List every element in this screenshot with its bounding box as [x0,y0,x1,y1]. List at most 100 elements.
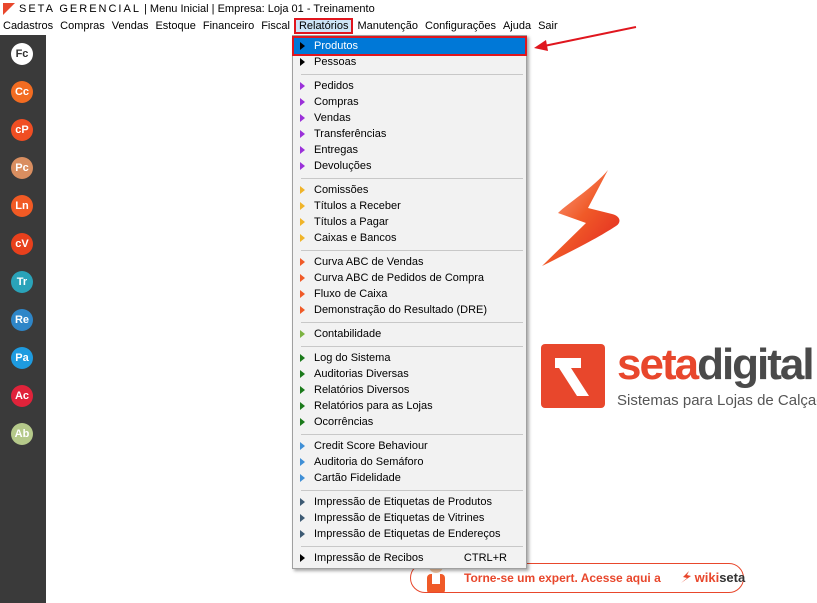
menu-item-label: Curva ABC de Pedidos de Compra [314,272,484,284]
menu-cadastros[interactable]: Cadastros [0,18,56,34]
sidebar-button-pc[interactable]: Pc [11,157,33,179]
menu-item-entregas[interactable]: Entregas [294,142,525,158]
menu-item-curva-abc-de-pedidos-de-compra[interactable]: Curva ABC de Pedidos de Compra [294,270,525,286]
menu-item-label: Credit Score Behaviour [314,440,428,452]
menu-item-devolucoes[interactable]: Devoluções [294,158,525,174]
seta-logo-mark-icon [542,170,620,266]
menu-item-relatorios-diversos[interactable]: Relatórios Diversos [294,382,525,398]
menu-item-ocorrencias[interactable]: Ocorrências [294,414,525,430]
sidebar-button-cc[interactable]: Cc [11,81,33,103]
submenu-arrow-icon [300,130,305,138]
menu-item-label: Log do Sistema [314,352,391,364]
sidebar-button-cp[interactable]: cP [11,119,33,141]
seta-wordmark-icon [541,344,605,408]
menu-item-produtos[interactable]: Produtos [292,36,527,56]
submenu-arrow-icon [300,58,305,66]
menu-relatorios[interactable]: Relatórios [293,18,354,34]
submenu-arrow-icon [300,42,305,50]
menu-ajuda[interactable]: Ajuda [500,18,534,34]
menu-item-contabilidade[interactable]: Contabilidade [294,326,525,342]
menu-item-label: Cartão Fidelidade [314,472,401,484]
menu-item-pedidos[interactable]: Pedidos [294,78,525,94]
menu-item-label: Impressão de Etiquetas de Endereços [314,528,501,540]
sidebar-button-re[interactable]: Re [11,309,33,331]
menu-item-impressao-de-etiquetas-de-vitrines[interactable]: Impressão de Etiquetas de Vitrines [294,510,525,526]
menu-separator [301,178,523,179]
menu-item-label: Demonstração do Resultado (DRE) [314,304,488,316]
menu-item-titulos-a-pagar[interactable]: Títulos a Pagar [294,214,525,230]
menu-item-label: Produtos [314,40,359,52]
menu-separator [301,250,523,251]
menu-item-caixas-e-bancos[interactable]: Caixas e Bancos [294,230,525,246]
menu-separator [301,434,523,435]
sidebar-button-ab[interactable]: Ab [11,423,33,445]
submenu-arrow-icon [300,514,305,522]
menu-item-label: Auditoria do Semáforo [314,456,424,468]
menu-item-shortcut: CTRL+R [463,552,507,564]
menu-bar: Cadastros Compras Vendas Estoque Financeiro F… [0,17,817,35]
menu-item-label: Títulos a Receber [314,200,401,212]
submenu-arrow-icon [300,146,305,154]
submenu-arrow-icon [300,306,305,314]
menu-item-curva-abc-de-vendas[interactable]: Curva ABC de Vendas [294,254,525,270]
submenu-arrow-icon [300,82,305,90]
wikiseta-mark-icon [681,571,691,583]
menu-separator [301,546,523,547]
menu-item-fluxo-de-caixa[interactable]: Fluxo de Caixa [294,286,525,302]
title-bar: SETA GERENCIAL | Menu Inicial | Empresa:… [0,0,817,17]
menu-vendas[interactable]: Vendas [109,18,152,34]
menu-estoque[interactable]: Estoque [152,18,198,34]
sidebar-button-pa[interactable]: Pa [11,347,33,369]
submenu-arrow-icon [300,498,305,506]
submenu-arrow-icon [300,98,305,106]
menu-item-credit-score-behaviour[interactable]: Credit Score Behaviour [294,438,525,454]
submenu-arrow-icon [300,114,305,122]
menu-item-titulos-a-receber[interactable]: Títulos a Receber [294,198,525,214]
menu-separator [301,346,523,347]
menu-item-impressao-de-etiquetas-de-enderecos[interactable]: Impressão de Etiquetas de Endereços [294,526,525,542]
menu-separator [301,490,523,491]
menu-separator [301,74,523,75]
submenu-arrow-icon [300,530,305,538]
menu-configuracoes[interactable]: Configurações [422,18,499,34]
menu-item-pessoas[interactable]: Pessoas [294,54,525,70]
menu-item-label: Devoluções [314,160,372,172]
menu-item-label: Impressão de Etiquetas de Produtos [314,496,492,508]
app-logo-icon [3,2,15,15]
submenu-arrow-icon [300,402,305,410]
menu-compras[interactable]: Compras [57,18,108,34]
sidebar-button-cv[interactable]: cV [11,233,33,255]
window-title: SETA GERENCIAL | Menu Inicial | Empresa:… [19,2,375,15]
submenu-arrow-icon [300,442,305,450]
seta-digital-wordmark: setadigital [617,340,815,389]
menu-item-transferencias[interactable]: Transferências [294,126,525,142]
menu-item-label: Curva ABC de Vendas [314,256,424,268]
sidebar-button-ac[interactable]: Ac [11,385,33,407]
submenu-arrow-icon [300,458,305,466]
menu-item-compras[interactable]: Compras [294,94,525,110]
menu-item-label: Contabilidade [314,328,382,340]
sidebar-button-fc[interactable]: Fc [11,43,33,65]
menu-manutencao[interactable]: Manutenção [354,18,421,34]
menu-item-impressao-de-etiquetas-de-produtos[interactable]: Impressão de Etiquetas de Produtos [294,494,525,510]
menu-item-auditorias-diversas[interactable]: Auditorias Diversas [294,366,525,382]
menu-item-impressao-de-recibos[interactable]: Impressão de Recibos CTRL+R [294,550,525,566]
menu-item-relatorios-para-as-lojas[interactable]: Relatórios para as Lojas [294,398,525,414]
menu-item-auditoria-do-semaforo[interactable]: Auditoria do Semáforo [294,454,525,470]
sidebar-button-tr[interactable]: Tr [11,271,33,293]
menu-item-log-do-sistema[interactable]: Log do Sistema [294,350,525,366]
menu-item-label: Ocorrências [314,416,374,428]
menu-fiscal[interactable]: Fiscal [258,18,293,34]
menu-item-label: Transferências [314,128,387,140]
sidebar-button-ln[interactable]: Ln [11,195,33,217]
menu-item-comissoes[interactable]: Comissões [294,182,525,198]
menu-item-demonstracao-do-resultado-dre[interactable]: Demonstração do Resultado (DRE) [294,302,525,318]
menu-item-label: Vendas [314,112,351,124]
menu-item-label: Pedidos [314,80,354,92]
menu-item-cartao-fidelidade[interactable]: Cartão Fidelidade [294,470,525,486]
submenu-arrow-icon [300,290,305,298]
menu-item-label: Relatórios Diversos [314,384,410,396]
menu-item-vendas[interactable]: Vendas [294,110,525,126]
menu-financeiro[interactable]: Financeiro [200,18,257,34]
submenu-arrow-icon [300,162,305,170]
